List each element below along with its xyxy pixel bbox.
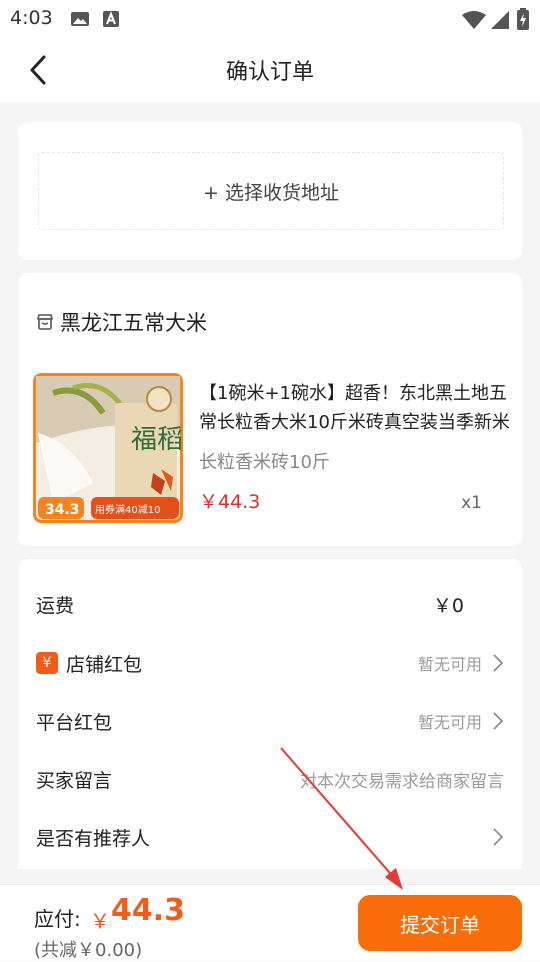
chevron-right-icon (493, 712, 504, 730)
image-notification-icon (71, 12, 89, 26)
page-title: 确认订单 (225, 60, 314, 85)
platform-coupon-label: 平台红包 (36, 711, 113, 734)
product-image-label: 福稻 (131, 425, 183, 455)
shop-coupon-label: 店铺红包 (66, 653, 143, 676)
total-discount: (共减￥0.00) (34, 940, 143, 961)
chevron-right-icon (493, 828, 504, 846)
shipping-label: 运费 (36, 594, 75, 617)
wifi-icon (462, 11, 486, 29)
shop-coupon-value: 暂无可用 (417, 655, 482, 674)
buyer-note-row: 买家留言 对本次交易需求给商家留言 (36, 759, 504, 799)
chevron-right-icon (493, 654, 504, 672)
shipping-value: ￥0 (432, 594, 464, 617)
status-time: 4:03 (10, 7, 53, 29)
order-options-card: 运费 ￥0 ¥ 店铺红包 暂无可用 平台红包 暂无可用 买家留言 对本次交易需求… (18, 559, 522, 869)
checkout-bar: 应付: ￥ 44.3 (共减￥0.00) 提交订单 (0, 884, 540, 961)
coupon-badge-icon: ¥ (36, 652, 58, 674)
shipping-row: 运费 ￥0 (36, 584, 504, 624)
shop-header[interactable]: 黑龙江五常大米 (36, 307, 207, 337)
submit-order-button[interactable]: 提交订单 (358, 895, 522, 951)
total-label: 应付: (34, 907, 81, 931)
product-image-price: 34.3 (45, 502, 80, 518)
product-card: 黑龙江五常大米 福稻 34.3 用券满40减10 【1碗米+1碗水】超香！东北黑… (18, 273, 522, 546)
referrer-label: 是否有推荐人 (36, 827, 151, 850)
shop-coupon-row[interactable]: ¥ 店铺红包 暂无可用 (36, 643, 504, 683)
product-quantity: x1 (461, 493, 482, 513)
platform-coupon-row[interactable]: 平台红包 暂无可用 (36, 701, 504, 741)
product-image[interactable]: 福稻 34.3 用券满40减10 (33, 373, 183, 523)
select-address-label: + 选择收货地址 (203, 181, 339, 204)
font-notification-icon (103, 11, 119, 27)
product-price: ￥44.3 (199, 491, 261, 513)
buyer-note-label: 买家留言 (36, 769, 113, 792)
rice-product-thumbnail: 福稻 34.3 用券满40减10 (33, 373, 183, 523)
nav-bar: 确认订单 (0, 38, 540, 102)
product-image-tag: 用券满40减10 (95, 503, 160, 516)
product-title: 【1碗米+1碗水】超香！东北黑土地五常长粒香大米10斤米砖真空装当季新米 (199, 383, 510, 433)
shop-name: 黑龙江五常大米 (60, 311, 207, 335)
platform-coupon-value: 暂无可用 (417, 713, 482, 732)
total-amount: 44.3 (111, 893, 186, 928)
referrer-row[interactable]: 是否有推荐人 (36, 817, 504, 857)
select-address-button[interactable]: + 选择收货地址 (38, 152, 504, 230)
buyer-note-input[interactable]: 对本次交易需求给商家留言 (300, 767, 504, 792)
signal-icon (491, 11, 509, 29)
product-spec: 长粒香米砖10斤 (199, 452, 330, 473)
battery-icon (517, 8, 529, 30)
shop-icon (37, 314, 53, 330)
status-bar: 4:03 (0, 0, 540, 38)
address-card: + 选择收货地址 (18, 122, 522, 260)
total-currency: ￥ (90, 909, 110, 933)
